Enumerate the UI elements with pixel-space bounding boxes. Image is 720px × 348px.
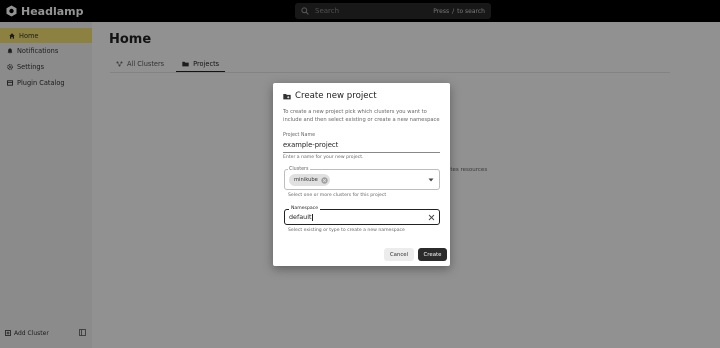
dialog-title-text: Create new project xyxy=(295,91,377,101)
namespace-value: default xyxy=(289,213,313,221)
clusters-helper: Select one or more clusters for this pro… xyxy=(288,193,387,198)
project-name-label: Project Name xyxy=(283,133,316,138)
clusters-label: Clusters xyxy=(288,167,310,172)
cluster-chip[interactable]: minikube xyxy=(289,174,330,186)
cluster-chip-label: minikube xyxy=(294,177,318,183)
dialog-description: To create a new project pick which clust… xyxy=(283,109,440,123)
project-name-helper: Enter a name for your new project. xyxy=(283,155,364,160)
folder-icon xyxy=(283,93,291,99)
dialog-title: Create new project xyxy=(283,91,377,101)
namespace-helper: Select existing or type to create a new … xyxy=(288,228,405,233)
text-cursor xyxy=(311,213,313,221)
namespace-label: Namespace xyxy=(289,206,321,211)
clusters-select[interactable]: minikube xyxy=(284,169,440,190)
cancel-button[interactable]: Cancel xyxy=(384,248,414,261)
clear-icon[interactable] xyxy=(428,214,435,221)
chip-remove-icon[interactable] xyxy=(321,176,328,184)
namespace-input[interactable]: Namespace default xyxy=(284,206,440,225)
project-name-field[interactable]: example-project xyxy=(283,141,338,149)
create-button[interactable]: Create xyxy=(418,248,447,261)
chevron-down-icon[interactable] xyxy=(428,178,434,182)
project-name-underline xyxy=(283,152,440,153)
create-project-dialog: Create new project To create a new proje… xyxy=(273,83,450,266)
